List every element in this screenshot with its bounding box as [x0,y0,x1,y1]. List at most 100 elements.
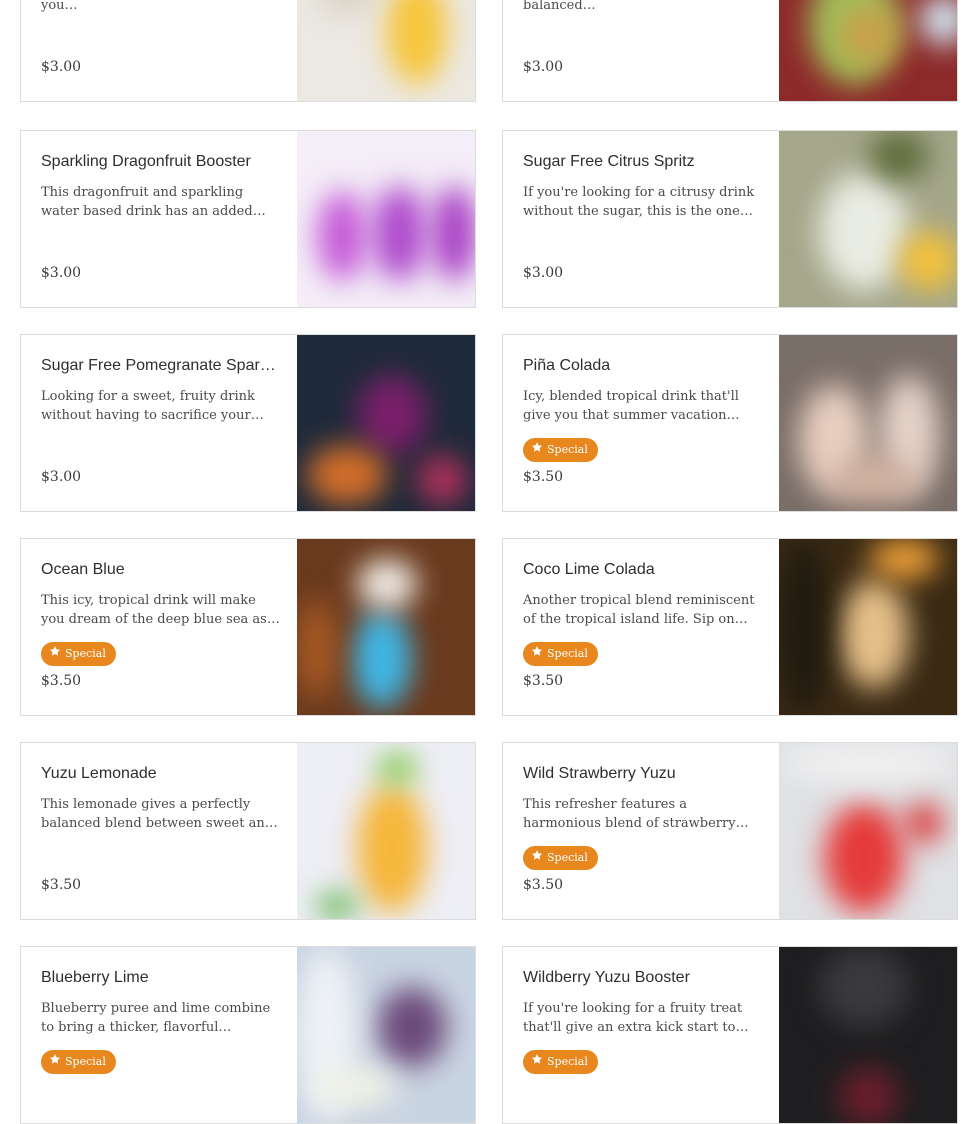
image-blur-shape [779,539,829,715]
star-icon [49,1050,61,1074]
menu-item-card[interactable]: Sugar Free Citrus Spritz If you're lookin… [502,130,958,308]
star-icon [531,642,543,666]
image-blur-shape [919,0,957,45]
item-image[interactable] [297,539,475,715]
item-name[interactable]: Wildberry Yuzu Booster [523,969,763,987]
image-blur-shape [779,743,957,783]
item-description: Looking for a sweet, fruity drink withou… [41,389,255,423]
image-blur-shape [357,783,427,913]
image-blur-shape [417,455,467,505]
image-blur-shape [819,947,909,1027]
image-blur-shape [899,231,957,291]
menu-item-card[interactable]: Sugar Free Pomegranate Spar… Looking for … [20,334,476,512]
image-blur-shape [357,375,427,455]
item-price: $3.00 [41,265,82,281]
item-image[interactable] [779,335,957,511]
special-badge-label: Special [547,1055,588,1068]
menu-item-card[interactable]: Wild Strawberry Yuzu This refresher featu… [502,742,958,920]
special-badge: Special [523,846,598,870]
special-badge: Special [523,438,598,462]
item-description: This refresher features a harmonious ble… [523,797,736,831]
menu-item-card[interactable]: Piña Colada Icy, blended tropical drink t… [502,334,958,512]
item-price: $3.00 [41,469,82,485]
image-blur-shape [317,893,357,919]
item-image[interactable] [779,0,957,101]
special-badge: Special [523,642,598,666]
item-description: This icy, tropical drink will make you d… [41,593,267,627]
item-description: If you're looking for a citrusy drink wi… [523,185,755,219]
item-price: $3.00 [41,59,82,75]
item-name[interactable]: Blueberry Lime [41,969,281,987]
item-image[interactable] [297,335,475,511]
item-name[interactable]: Coco Lime Colada [523,561,763,579]
special-badge-label: Special [547,647,588,660]
menu-item-card[interactable]: Coco Lime Colada Another tropical blend r… [502,538,958,716]
item-price: $3.50 [523,877,564,893]
item-name[interactable]: Piña Colada [523,357,763,375]
item-image[interactable] [779,743,957,919]
item-image[interactable] [297,743,475,919]
item-price: $3.50 [523,469,564,485]
image-blur-shape [307,445,387,505]
image-blur-shape [297,599,337,699]
item-description: Another tropical blend reminiscent of th… [523,593,755,627]
item-image[interactable] [779,131,957,307]
item-image[interactable] [297,131,475,307]
image-blur-shape [377,987,447,1067]
image-blur-shape [317,1067,397,1107]
item-price: $3.50 [41,877,82,893]
item-name[interactable]: Sugar Free Citrus Spritz [523,153,763,171]
image-blur-shape [819,171,909,291]
special-badge-label: Special [65,1055,106,1068]
image-blur-shape [387,0,447,85]
image-blur-shape [829,455,919,505]
image-blur-shape [357,559,417,609]
star-icon [531,846,543,870]
menu-item-card[interactable]: orange, guava and lemon is sure you… $3.0… [20,0,476,102]
image-blur-shape [372,186,427,281]
item-image[interactable] [297,947,475,1123]
special-badge-label: Special [547,443,588,456]
item-price: $3.00 [523,59,564,75]
item-description: refresher for you. With a balanced… [523,0,596,13]
item-image[interactable] [779,539,957,715]
item-name[interactable]: Sparkling Dragonfruit Booster [41,153,281,171]
special-badge: Special [41,642,116,666]
image-blur-shape [839,579,909,689]
star-icon [531,438,543,462]
special-badge: Special [41,1050,116,1074]
special-badge-label: Special [547,851,588,864]
image-blur-shape [317,191,367,281]
image-blur-shape [352,609,412,709]
star-icon [49,642,61,666]
menu-item-card[interactable]: Wildberry Yuzu Booster If you're looking … [502,946,958,1124]
special-badge: Special [523,1050,598,1074]
item-description: This dragonfruit and sparkling water bas… [41,185,253,219]
menu-item-card[interactable]: refresher for you. With a balanced… $3.00 [502,0,958,102]
image-blur-shape [377,753,417,783]
image-blur-shape [904,803,944,843]
item-image[interactable] [297,0,475,101]
item-description: This lemonade gives a perfectly balanced… [41,797,278,831]
image-blur-shape [432,186,475,281]
menu-item-card[interactable]: Yuzu Lemonade This lemonade gives a perfe… [20,742,476,920]
item-description: Icy, blended tropical drink that'll give… [523,389,739,423]
menu-item-card[interactable]: Ocean Blue This icy, tropical drink will … [20,538,476,716]
item-description: Blueberry puree and lime combine to brin… [41,1001,271,1035]
item-name[interactable]: Wild Strawberry Yuzu [523,765,763,783]
image-blur-shape [839,5,899,65]
item-image[interactable] [779,947,957,1123]
image-blur-shape [824,803,904,913]
item-name[interactable]: Ocean Blue [41,561,281,579]
item-description: orange, guava and lemon is sure you… [41,0,78,13]
item-price: $3.50 [41,673,82,689]
item-name[interactable]: Sugar Free Pomegranate Spar… [41,357,281,375]
image-blur-shape [869,131,929,181]
special-badge-label: Special [65,647,106,660]
menu-item-card[interactable]: Sparkling Dragonfruit Booster This dragon… [20,130,476,308]
item-price: $3.00 [523,265,564,281]
item-price: $3.50 [523,673,564,689]
image-blur-shape [317,0,377,15]
item-name[interactable]: Yuzu Lemonade [41,765,281,783]
menu-item-card[interactable]: Blueberry Lime Blueberry puree and lime c… [20,946,476,1124]
